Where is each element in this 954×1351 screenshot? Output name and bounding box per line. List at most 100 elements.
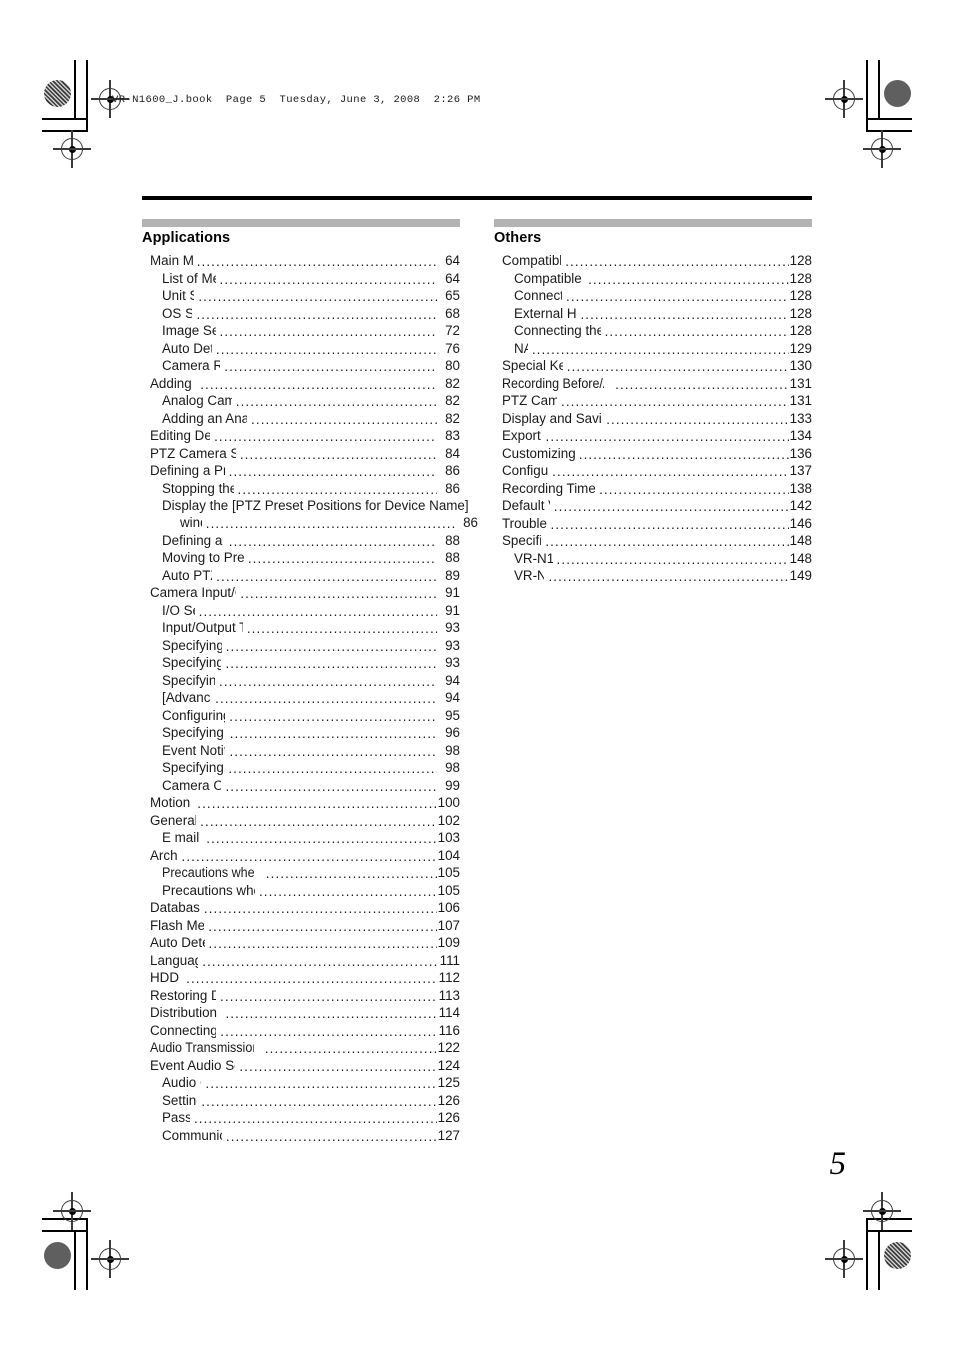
toc-entry[interactable]: Stopping the Recording Server...........… [142, 480, 460, 497]
toc-entry[interactable]: Specifications..........................… [494, 532, 812, 549]
toc-entry[interactable]: Unit Setting............................… [142, 287, 460, 304]
toc-entry[interactable]: Connecting to a Computer................… [142, 1022, 460, 1039]
toc-entry[interactable]: PTZ Camera Settings (COM1/COM2).........… [142, 445, 460, 462]
toc-entry[interactable]: Compatible Network Cameras..............… [494, 270, 812, 287]
crop-mark-top-left-horizontal-outer [42, 118, 88, 120]
toc-entry[interactable]: Event Notification Settings.............… [142, 742, 460, 759]
toc-dot-leader: ........................................… [208, 936, 437, 951]
toc-entry[interactable]: Configuring NAS.........................… [494, 462, 812, 479]
toc-entry[interactable]: General Settings........................… [142, 812, 460, 829]
toc-column-others: Others Compatible Equipment.............… [494, 219, 812, 585]
toc-entry[interactable]: Specifying Timer Events.................… [142, 654, 460, 671]
toc-entry[interactable]: Archiving...............................… [142, 847, 460, 864]
toc-entry[interactable]: NAS.....................................… [494, 340, 812, 357]
toc-entry[interactable]: Compatible Equipment....................… [494, 252, 812, 269]
registration-mark-top-right-upper [825, 80, 863, 118]
toc-entry[interactable]: Audio Copying...........................… [142, 1074, 460, 1091]
toc-entry[interactable]: Export Viewer...........................… [494, 427, 812, 444]
toc-entry[interactable]: Specifying Generic Events...............… [142, 724, 460, 741]
toc-entry[interactable]: VR-N900U................................… [494, 567, 812, 584]
toc-entry[interactable]: Recording Before/After Occurrence of Eve… [494, 375, 812, 392]
toc-entry[interactable]: Communication Settings..................… [142, 1127, 460, 1144]
toc-entry-page-number: 88 [445, 532, 460, 548]
toc-entry-page-number: 68 [445, 305, 460, 321]
toc-entry[interactable]: Adding Cameras..........................… [142, 375, 460, 392]
toc-entry-page-number: 130 [789, 358, 812, 373]
toc-entry[interactable]: E mail Settings.........................… [142, 829, 460, 846]
toc-entry[interactable]: OS Setting..............................… [142, 305, 460, 322]
toc-entry[interactable]: Configuring Event Buttons...............… [142, 707, 460, 724]
toc-entry-label: Adding Cameras [150, 375, 196, 391]
toc-entry[interactable]: Camera Input/Output Port and Events.....… [142, 584, 460, 601]
toc-entry-page-number: 114 [438, 1005, 460, 1020]
toc-entry[interactable]: Connecting a UPS........................… [494, 287, 812, 304]
toc-entry[interactable]: HDD Utility.............................… [142, 969, 460, 986]
toc-entry[interactable]: Event Audio Settings (VR-N1600U/E)......… [142, 1057, 460, 1074]
toc-entry[interactable]: Image Server Setting....................… [142, 322, 460, 339]
toc-entry[interactable]: Database Settings.......................… [142, 899, 460, 916]
toc-entry-page-number: 131 [789, 393, 812, 408]
toc-dot-leader: ........................................… [588, 271, 789, 287]
toc-entry-page-number: 128 [789, 253, 812, 268]
toc-entry[interactable]: VR-N1600U/E.............................… [494, 550, 812, 567]
toc-entry[interactable]: Setting Copy............................… [142, 1092, 460, 1109]
toc-entry[interactable]: Editing Device Settings.................… [142, 427, 460, 444]
toc-entry[interactable]: Audio Transmission Application Control (… [142, 1039, 460, 1056]
toc-entry[interactable]: Defining a Preset Position..............… [142, 532, 460, 549]
toc-entry[interactable]: Main Menu List..........................… [142, 252, 460, 269]
toc-entry-page-number: 149 [789, 568, 812, 583]
toc-entry[interactable]: Flash Memory Utility....................… [142, 917, 460, 934]
toc-entry-page-number: 122 [437, 1040, 460, 1055]
toc-entry[interactable]: Camera Record Setting...................… [142, 357, 460, 374]
toc-entry-label: PTZ Camera Control [502, 393, 558, 408]
toc-entry[interactable]: Restoring Default Settings..............… [142, 987, 460, 1004]
toc-dot-leader: ........................................… [599, 481, 789, 497]
toc-entry-page-number: 102 [437, 812, 460, 828]
toc-entry[interactable]: Auto Detect Setting.....................… [142, 340, 460, 357]
toc-entry[interactable]: Troubleshooting.........................… [494, 515, 812, 532]
toc-entry-page-number: 105 [437, 882, 460, 898]
toc-entry[interactable]: Motion Settings.........................… [142, 794, 460, 811]
toc-entry[interactable]: Specifying an Output Port...............… [142, 759, 460, 776]
toc-entry[interactable]: Password................................… [142, 1109, 460, 1126]
toc-entry[interactable]: Auto Detect Settings....................… [142, 934, 460, 951]
toc-entry[interactable]: Display the [PTZ Preset Positions for De… [142, 497, 478, 531]
toc-entry[interactable]: Auto PTZ Patrolling.....................… [142, 567, 460, 584]
toc-entry-page-number: 94 [445, 672, 460, 688]
toc-entry[interactable]: Recording Time Schedule (VR-N1600U/E)...… [494, 480, 812, 497]
toc-entry[interactable]: I/O Settings............................… [142, 602, 460, 619]
toc-entry[interactable]: List of Menu Screens....................… [142, 270, 460, 287]
toc-entry[interactable]: Distribution Settings (Details).........… [142, 1004, 460, 1021]
toc-dot-leader: ........................................… [200, 376, 437, 392]
toc-entry[interactable]: Language Setting........................… [142, 952, 460, 969]
toc-entry[interactable]: Camera Output Settings..................… [142, 777, 460, 794]
toc-entry[interactable]: External Hard Disk Drives...............… [494, 305, 812, 322]
toc-entry[interactable]: Input/Output Terminal on Rear Panel.....… [142, 619, 460, 636]
toc-entry-label: Special Key Operations [502, 358, 563, 373]
toc-dot-leader: ........................................… [225, 778, 437, 794]
toc-entry-page-number: 116 [438, 1022, 460, 1038]
toc-entry[interactable]: Special Key Operations..................… [494, 357, 812, 374]
toc-entry-page-number: 100 [437, 795, 460, 810]
toc-entry[interactable]: Connecting the External Hard Disk Drive.… [494, 322, 812, 339]
toc-entry[interactable]: Customizing Joystick Settings...........… [494, 445, 812, 462]
toc-entry-page-number: 86 [463, 515, 478, 530]
toc-entry-page-number: 93 [445, 637, 460, 653]
toc-dot-leader: ........................................… [265, 866, 437, 881]
toc-entry[interactable]: Analog Cameras (VR-N900U)...............… [142, 392, 460, 409]
toc-entry[interactable]: Precautions when Changing Archive Settin… [142, 882, 460, 899]
toc-entry-page-number: 128 [789, 288, 812, 303]
crop-mark-bottom-left-vertical-outer [74, 1230, 76, 1290]
toc-entry[interactable]: Display and Saving of Maintenance Inform… [494, 410, 812, 427]
toc-entry[interactable]: Specifying a VMD Event..................… [142, 637, 460, 654]
toc-entry[interactable]: Moving to Preset Positions by Events....… [142, 549, 460, 566]
toc-entry[interactable]: [Advanced] Screen.......................… [142, 689, 460, 706]
toc-dot-leader: ........................................… [247, 551, 437, 566]
toc-entry[interactable]: Specifying an Output....................… [142, 672, 460, 689]
toc-entry[interactable]: Adding an Analog Camera (VR-N900U)......… [142, 410, 460, 427]
toc-entry[interactable]: Precautions when Changing NAS Archive Se… [142, 864, 460, 881]
toc-dot-leader: ........................................… [186, 971, 437, 986]
toc-entry[interactable]: Defining a Preset PTZ Position..........… [142, 462, 460, 479]
toc-entry[interactable]: PTZ Camera Control......................… [494, 392, 812, 409]
toc-entry[interactable]: Default Value List......................… [494, 497, 812, 514]
